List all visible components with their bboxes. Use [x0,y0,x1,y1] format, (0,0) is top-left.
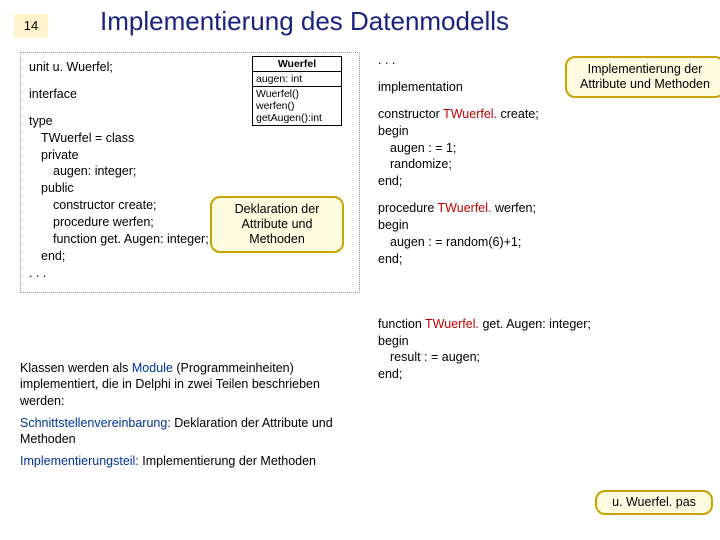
code-text: get. Augen: integer; [479,317,591,331]
code-line: augen : = random(6)+1; [378,234,704,251]
code-line: constructor TWuerfel. create; [378,106,704,123]
interface-code-box: unit u. Wuerfel; interface type TWuerfel… [20,52,360,293]
code-text: werfen; [492,201,536,215]
code-line: end; [378,366,704,383]
code-line: begin [378,333,704,350]
code-line: augen: integer; [29,163,351,180]
code-text: procedure [378,201,438,215]
code-line: begin [378,123,704,140]
code-text: create; [497,107,539,121]
code-line: TWuerfel = class [29,130,351,147]
callout-declaration: Deklaration der Attribute und Methoden [210,196,344,253]
code-line: end; [378,251,704,268]
code-line: interface [29,86,351,103]
type-name: TWuerfel. [425,317,479,331]
code-line: type [29,113,351,130]
code-line: procedure TWuerfel. werfen; [378,200,704,217]
term-implementation: Implementierungsteil: [20,454,139,468]
text: Klassen werden als [20,361,132,375]
term-interface: Schnittstellenvereinbarung: [20,416,171,430]
term-module: Module [132,361,173,375]
code-line: augen : = 1; [378,140,704,157]
paragraph: Schnittstellenvereinbarung: Deklaration … [20,415,350,448]
code-line: unit u. Wuerfel; [29,59,351,76]
code-line: public [29,180,351,197]
explanation-text: Klassen werden als Module (Programmeinhe… [20,360,350,470]
type-name: TWuerfel. [443,107,497,121]
code-line: implementation [378,79,704,96]
code-line: private [29,147,351,164]
code-text: constructor [378,107,443,121]
callout-filename: u. Wuerfel. pas [595,490,713,515]
code-line: function TWuerfel. get. Augen: integer; [378,316,704,333]
code-line: begin [378,217,704,234]
page-number-badge: 14 [14,14,48,38]
type-name: TWuerfel. [438,201,492,215]
code-line: randomize; [378,156,704,173]
text: Implementierung der Methoden [139,454,316,468]
implementation-code: . . . implementation constructor TWuerfe… [378,52,704,383]
code-line: . . . [378,52,704,69]
slide-title: Implementierung des Datenmodells [100,6,509,37]
code-line: end; [378,173,704,190]
paragraph: Implementierungsteil: Implementierung de… [20,453,350,469]
paragraph: Klassen werden als Module (Programmeinhe… [20,360,350,409]
code-line: . . . [29,265,351,282]
code-text: function [378,317,425,331]
code-line: result : = augen; [378,349,704,366]
